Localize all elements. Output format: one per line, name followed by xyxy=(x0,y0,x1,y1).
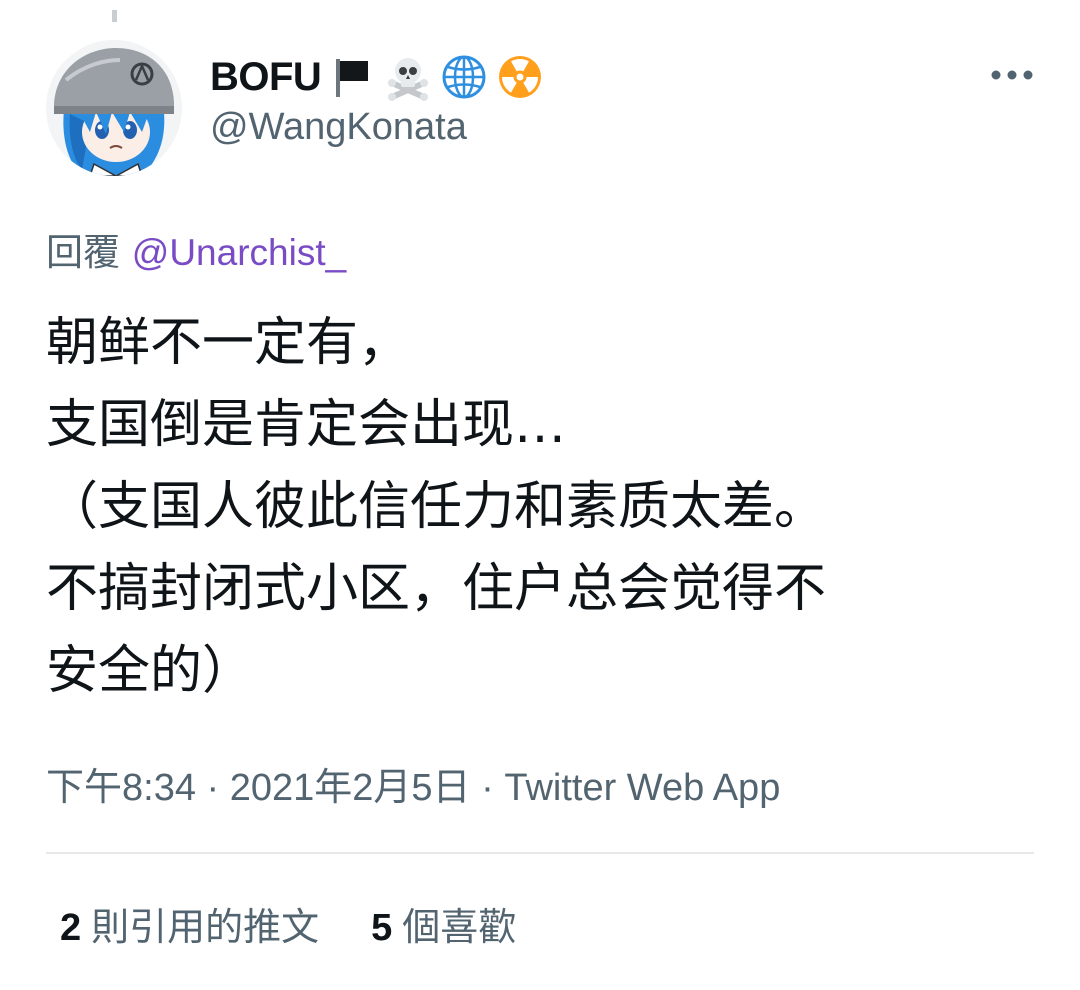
radioactive-icon xyxy=(495,52,545,102)
quote-tweets-stat[interactable]: 2 則引用的推文 xyxy=(60,896,319,951)
likes-label: 個喜歡 xyxy=(402,905,517,949)
tweet-text-line: 安全的） xyxy=(46,641,255,701)
author-handle[interactable]: @WangKonata xyxy=(210,106,545,149)
likes-count: 5 xyxy=(371,907,393,949)
quote-count: 2 xyxy=(60,907,82,949)
meta-separator: · xyxy=(470,767,505,809)
avatar[interactable] xyxy=(46,40,182,176)
tweet-time[interactable]: 下午8:34 xyxy=(46,767,196,809)
quote-label: 則引用的推文 xyxy=(91,905,320,949)
tweet-author: BOFU @WangKonata xyxy=(210,50,545,149)
globe-icon xyxy=(439,52,489,102)
more-options-button[interactable] xyxy=(984,58,1040,92)
more-dots-icon xyxy=(991,70,1033,80)
black-flag-icon xyxy=(327,52,377,102)
tweet-stats: 2 則引用的推文 5 個喜歡 xyxy=(60,896,516,951)
author-display-name[interactable]: BOFU xyxy=(210,55,322,100)
avatar-illustration xyxy=(46,40,182,176)
tweet-text-line: 支国倒是肯定会出现… xyxy=(46,395,567,455)
meta-separator: · xyxy=(195,767,230,809)
likes-stat[interactable]: 5 個喜歡 xyxy=(371,896,516,951)
author-name-row[interactable]: BOFU xyxy=(210,50,545,104)
reply-prefix: 回覆 xyxy=(46,231,120,274)
tweet-source-link[interactable]: Twitter Web App xyxy=(504,767,780,809)
replying-to: 回覆 @Unarchist_ xyxy=(46,222,346,276)
tweet-metadata: 下午8:34 · 2021年2月5日 · Twitter Web App xyxy=(46,756,780,811)
tweet-text: 朝鲜不一定有， 支国倒是肯定会出现… （支国人彼此信任力和素质太差。 不搞封闭式… xyxy=(46,302,1046,712)
reply-mention-link[interactable]: @Unarchist_ xyxy=(132,232,346,273)
tweet-date[interactable]: 2021年2月5日 xyxy=(230,767,471,809)
tweet-text-line: 朝鲜不一定有， xyxy=(46,313,411,373)
divider xyxy=(46,852,1034,854)
tweet-text-line: 不搞封闭式小区，住户总会觉得不 xyxy=(46,559,827,619)
top-edge-marker xyxy=(112,10,117,22)
tweet-text-line: （支国人彼此信任力和素质太差。 xyxy=(46,477,827,537)
skull-and-crossbones-icon xyxy=(383,52,433,102)
